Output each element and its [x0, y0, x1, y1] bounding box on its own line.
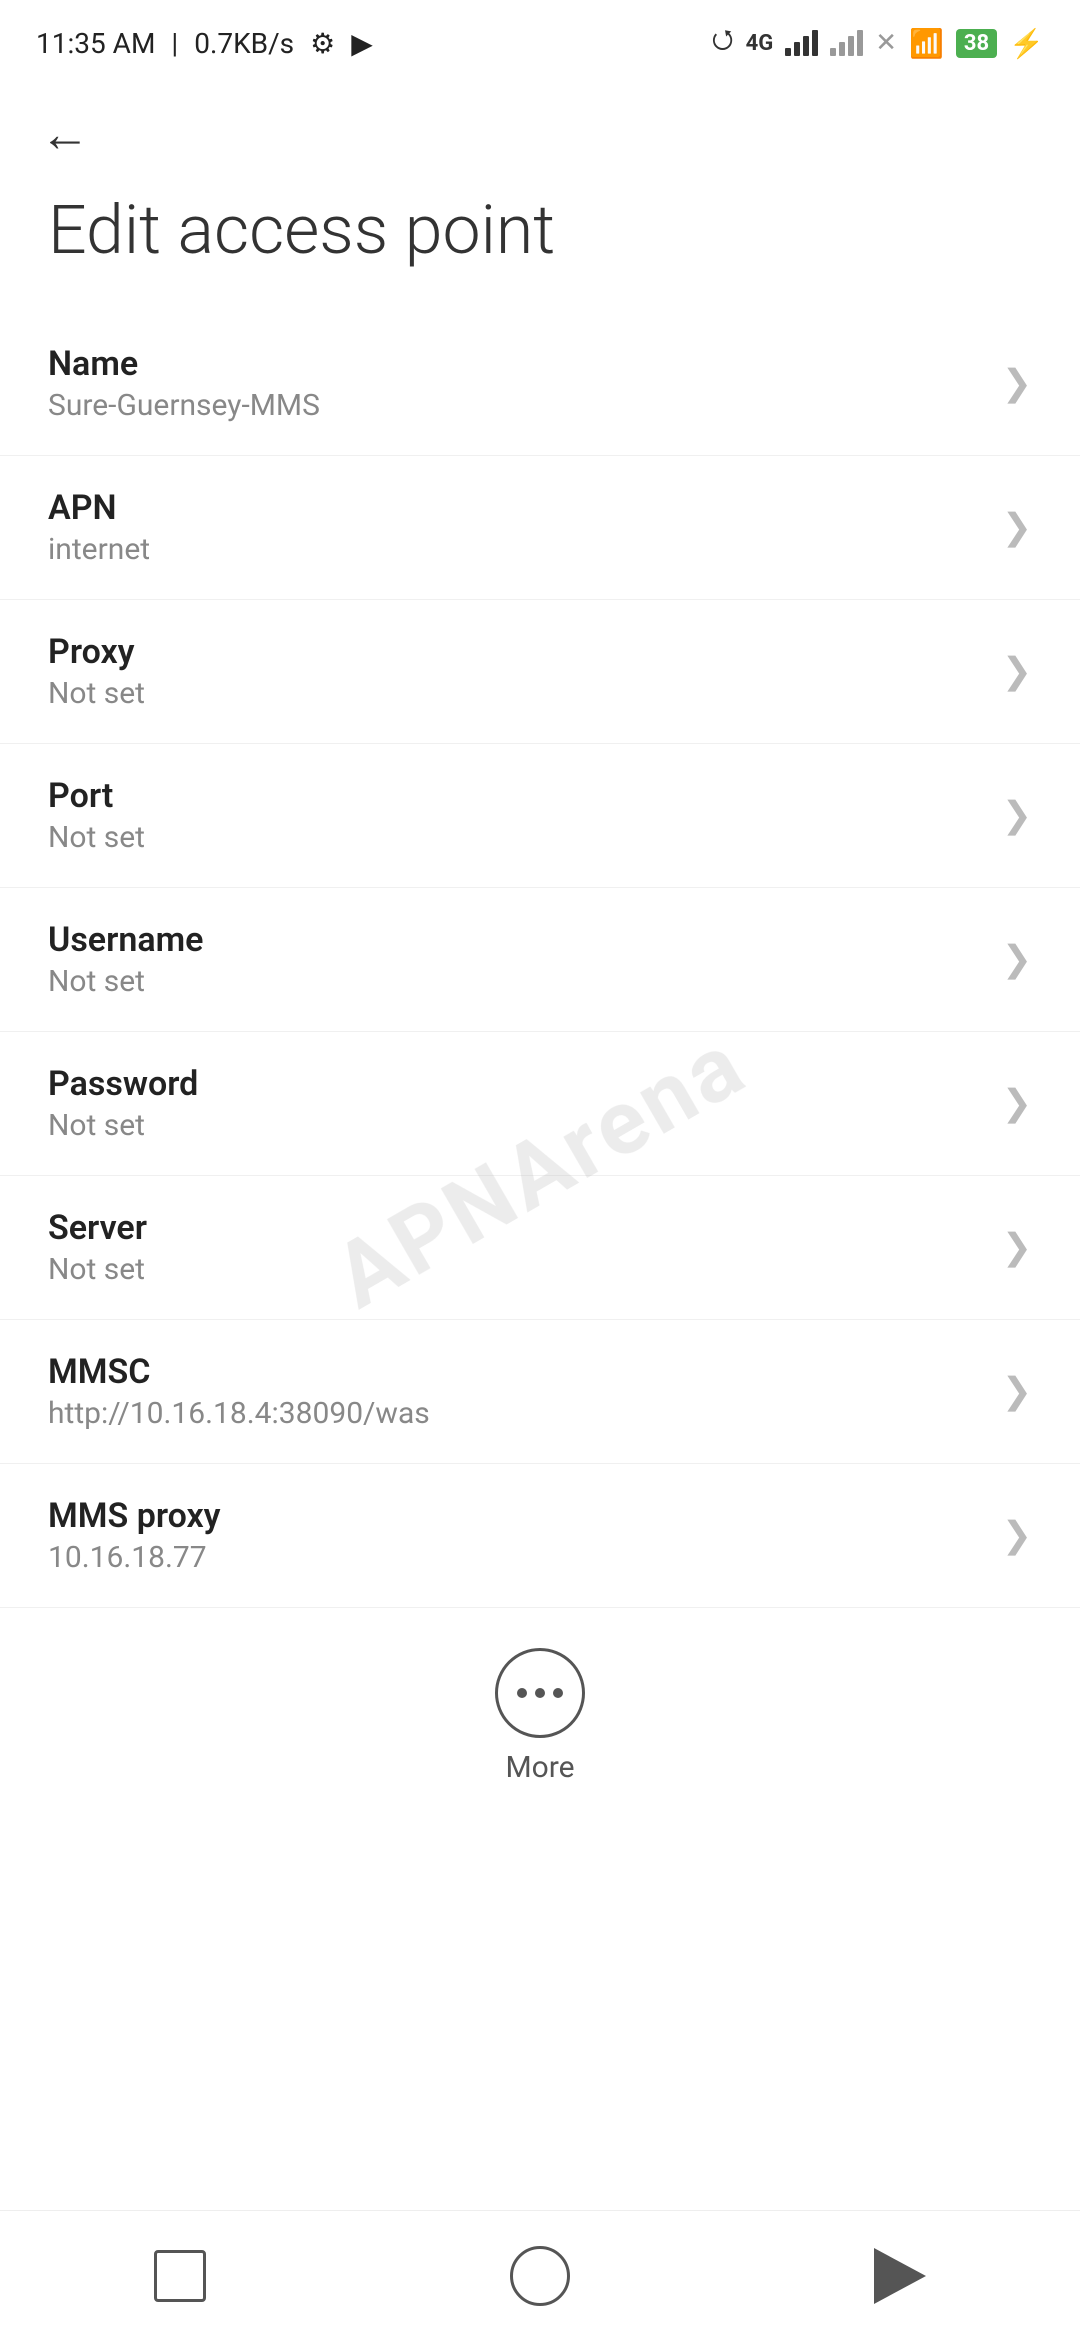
page-title: Edit access point: [0, 170, 1080, 312]
status-right: ⭯ 4G ✕ 📶 38 ⚡: [712, 21, 1044, 65]
status-left: 11:35 AM | 0.7KB/s ⚙ ▶: [36, 27, 373, 60]
wifi-icon: 📶: [909, 27, 944, 60]
navigation-bar: [0, 2210, 1080, 2340]
back-icon: [874, 2248, 926, 2304]
settings-label-server: Server: [48, 1208, 982, 1248]
chevron-icon-port: ❯: [1002, 794, 1032, 836]
chevron-icon-username: ❯: [1002, 938, 1032, 980]
settings-item-mmsc-content: MMSC http://10.16.18.4:38090/was: [48, 1352, 982, 1431]
settings-item-mmsc[interactable]: MMSC http://10.16.18.4:38090/was ❯: [0, 1320, 1080, 1464]
settings-icon: ⚙: [310, 27, 335, 60]
network-4g-icon: 4G: [746, 31, 774, 56]
signal-bars-1: [785, 30, 818, 56]
settings-item-server-content: Server Not set: [48, 1208, 982, 1287]
more-button[interactable]: [495, 1648, 585, 1738]
charging-icon: ⚡: [1009, 27, 1044, 60]
settings-value-name: Sure-Guernsey-MMS: [48, 388, 982, 423]
dot-2: [535, 1688, 545, 1698]
dot-1: [517, 1688, 527, 1698]
nav-recents-button[interactable]: [145, 2241, 215, 2311]
chevron-icon-mmsc: ❯: [1002, 1370, 1032, 1412]
settings-label-port: Port: [48, 776, 982, 816]
bluetooth-icon: ⭯: [712, 21, 734, 65]
settings-label-username: Username: [48, 920, 982, 960]
settings-value-server: Not set: [48, 1252, 982, 1287]
signal-bars-2: [830, 30, 863, 56]
settings-value-password: Not set: [48, 1108, 982, 1143]
settings-label-apn: APN: [48, 488, 982, 528]
chevron-icon-mms-proxy: ❯: [1002, 1514, 1032, 1556]
settings-item-password[interactable]: Password Not set ❯: [0, 1032, 1080, 1176]
nav-home-button[interactable]: [505, 2241, 575, 2311]
settings-label-password: Password: [48, 1064, 982, 1104]
more-button-area: More: [0, 1608, 1080, 1815]
settings-label-mmsc: MMSC: [48, 1352, 982, 1392]
chevron-icon-name: ❯: [1002, 362, 1032, 404]
chevron-icon-apn: ❯: [1002, 506, 1032, 548]
status-bar: 11:35 AM | 0.7KB/s ⚙ ▶ ⭯ 4G ✕ 📶: [0, 0, 1080, 80]
settings-label-mms-proxy: MMS proxy: [48, 1496, 982, 1536]
settings-list: Name Sure-Guernsey-MMS ❯ APN internet ❯ …: [0, 312, 1080, 1608]
chevron-icon-server: ❯: [1002, 1226, 1032, 1268]
settings-item-port[interactable]: Port Not set ❯: [0, 744, 1080, 888]
no-signal-icon: ✕: [875, 28, 897, 58]
chevron-icon-password: ❯: [1002, 1082, 1032, 1124]
settings-item-mms-proxy[interactable]: MMS proxy 10.16.18.77 ❯: [0, 1464, 1080, 1608]
settings-item-apn[interactable]: APN internet ❯: [0, 456, 1080, 600]
video-icon: ▶: [351, 27, 373, 60]
settings-item-server[interactable]: Server Not set ❯: [0, 1176, 1080, 1320]
back-button-row: ←: [0, 80, 1080, 170]
more-label: More: [505, 1750, 574, 1785]
settings-label-proxy: Proxy: [48, 632, 982, 672]
more-dots-icon: [517, 1688, 563, 1698]
settings-item-password-content: Password Not set: [48, 1064, 982, 1143]
time-display: 11:35 AM: [36, 27, 155, 60]
settings-item-mms-proxy-content: MMS proxy 10.16.18.77: [48, 1496, 982, 1575]
settings-label-name: Name: [48, 344, 982, 384]
settings-item-proxy[interactable]: Proxy Not set ❯: [0, 600, 1080, 744]
settings-item-name[interactable]: Name Sure-Guernsey-MMS ❯: [0, 312, 1080, 456]
back-button[interactable]: ←: [40, 106, 90, 164]
chevron-icon-proxy: ❯: [1002, 650, 1032, 692]
home-icon: [510, 2246, 570, 2306]
settings-value-apn: internet: [48, 532, 982, 567]
speed-display: 0.7KB/s: [194, 27, 294, 60]
settings-value-proxy: Not set: [48, 676, 982, 711]
settings-value-mms-proxy: 10.16.18.77: [48, 1540, 982, 1575]
settings-item-name-content: Name Sure-Guernsey-MMS: [48, 344, 982, 423]
settings-item-username-content: Username Not set: [48, 920, 982, 999]
separator: |: [171, 27, 178, 60]
battery-icon: 38: [956, 29, 997, 58]
settings-value-port: Not set: [48, 820, 982, 855]
settings-value-mmsc: http://10.16.18.4:38090/was: [48, 1396, 982, 1431]
recents-icon: [154, 2250, 206, 2302]
settings-item-proxy-content: Proxy Not set: [48, 632, 982, 711]
settings-item-port-content: Port Not set: [48, 776, 982, 855]
nav-back-button[interactable]: [865, 2241, 935, 2311]
settings-item-apn-content: APN internet: [48, 488, 982, 567]
settings-value-username: Not set: [48, 964, 982, 999]
dot-3: [553, 1688, 563, 1698]
settings-item-username[interactable]: Username Not set ❯: [0, 888, 1080, 1032]
